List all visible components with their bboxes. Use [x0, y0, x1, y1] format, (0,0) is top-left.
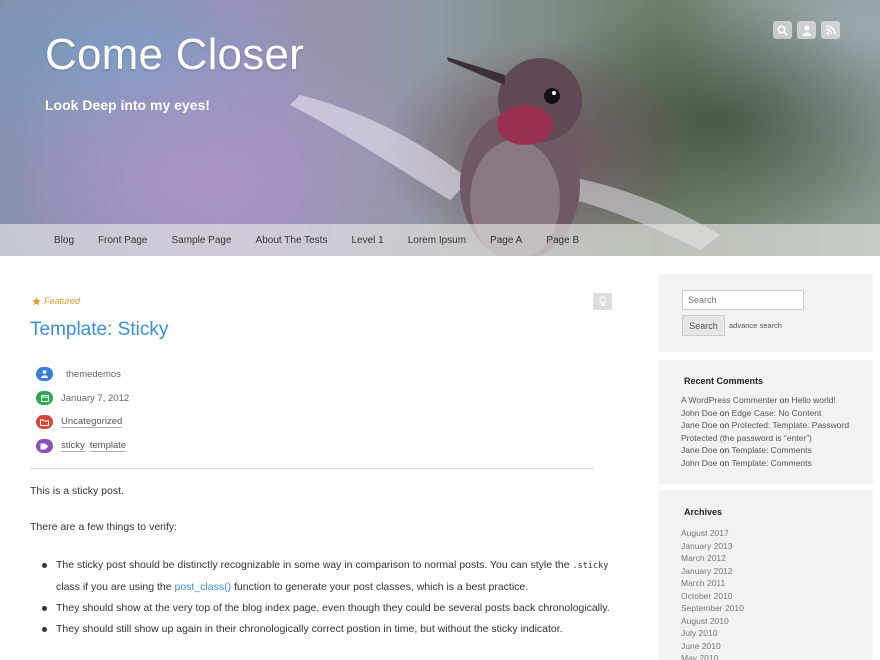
archive-link[interactable]: July 2010 [681, 627, 744, 640]
post-paragraph-1: This is a sticky post. [30, 485, 124, 497]
post-date-row: January 7, 2012 [36, 391, 596, 405]
widget-title: Archives [684, 507, 723, 517]
comment-author: Jane Doe [681, 445, 718, 456]
post-title[interactable]: Template: Sticky [30, 319, 168, 341]
list-item: Jane Doe on Template: Comments [681, 445, 812, 456]
featured-badge: Featured [32, 296, 80, 306]
list-item: John Doe on Edge Case: No Content [681, 407, 822, 418]
archive-link[interactable]: August 2010 [681, 615, 744, 628]
archive-link[interactable]: June 2010 [681, 640, 744, 653]
nav-item-level-1[interactable]: Level 1 [351, 235, 383, 246]
archive-link[interactable]: August 2017 [681, 527, 744, 540]
comment-author[interactable]: A WordPress Commenter [681, 395, 777, 405]
post-date[interactable]: January 7, 2012 [61, 393, 129, 404]
post-paragraph-2: There are a few things to verify: [30, 521, 178, 533]
archive-link[interactable]: January 2012 [681, 565, 744, 578]
site-title[interactable]: Come Closer [45, 30, 304, 80]
archives-widget: Archives August 2017 January 2013 March … [659, 490, 873, 660]
archive-link[interactable]: March 2012 [681, 552, 744, 565]
rss-icon[interactable] [821, 21, 840, 39]
calendar-icon [36, 391, 53, 405]
post-tags-row: sticky template [36, 439, 596, 453]
comment-post-link[interactable]: Template: Comments [731, 458, 811, 468]
archive-link[interactable]: October 2010 [681, 590, 744, 603]
main-navigation: Blog Front Page Sample Page About The Te… [0, 224, 880, 256]
site-header: Come Closer Look Deep into my eyes! Blog… [0, 0, 880, 256]
nav-item-page-a[interactable]: Page A [490, 235, 522, 246]
user-icon[interactable] [797, 21, 816, 39]
site-tagline: Look Deep into my eyes! [45, 97, 210, 113]
recent-comments-widget: Recent Comments A WordPress Commenter on… [659, 360, 873, 484]
list-item: A WordPress Commenter on Hello world! [681, 395, 836, 405]
advanced-search-link[interactable]: advance search [729, 321, 782, 330]
nav-item-lorem-ipsum[interactable]: Lorem Ipsum [408, 235, 466, 246]
star-icon [32, 296, 41, 305]
tag-link-sticky[interactable]: sticky [61, 440, 85, 452]
widget-title: Recent Comments [684, 376, 764, 386]
nav-item-about-the-tests[interactable]: About The Tests [256, 235, 328, 246]
comment-author: John Doe [681, 457, 718, 468]
comment-post-link[interactable]: Hello world! [791, 395, 835, 405]
search-icon[interactable] [773, 21, 792, 39]
nav-item-sample-page[interactable]: Sample Page [172, 235, 232, 246]
lightbulb-icon[interactable] [593, 293, 612, 310]
post-class-link[interactable]: post_class() [174, 581, 231, 593]
post-category[interactable]: Uncategorized [61, 416, 123, 428]
list-item: They should show at the very top of the … [30, 598, 615, 619]
list-item: John Doe on Template: Comments [681, 457, 812, 468]
archive-link[interactable]: January 2013 [681, 540, 744, 553]
sticky-class-code: .sticky [572, 561, 609, 571]
comment-author: John Doe [681, 407, 718, 418]
post-bullet-list: The sticky post should be distinctly rec… [30, 555, 615, 640]
archive-link[interactable]: September 2010 [681, 602, 744, 615]
comment-post-link[interactable]: Edge Case: No Content [732, 408, 822, 418]
author-icon [36, 367, 53, 381]
recent-comments-list: A WordPress Commenter on Hello world! Jo… [681, 394, 861, 470]
post-author-row: themedemos [36, 367, 596, 381]
search-button[interactable]: Search [682, 315, 725, 336]
tag-icon [36, 439, 53, 453]
folder-icon [36, 415, 53, 429]
nav-item-page-b[interactable]: Page B [546, 235, 579, 246]
archive-link[interactable]: March 2011 [681, 577, 744, 590]
archives-list: August 2017 January 2013 March 2012 Janu… [681, 527, 744, 660]
list-item: They should still show up again in their… [30, 619, 615, 640]
post-content: Featured Template: Sticky themedemos Jan… [30, 256, 615, 660]
tag-link-template[interactable]: template [89, 440, 127, 452]
list-item: Jane Doe on Protected: Template: Passwor… [681, 420, 850, 443]
list-item: The sticky post should be distinctly rec… [30, 555, 615, 598]
search-widget: Search advance search [659, 274, 873, 352]
post-category-row: Uncategorized [36, 415, 596, 429]
nav-item-blog[interactable]: Blog [54, 235, 74, 246]
meta-divider [30, 468, 594, 469]
header-icon-bar [773, 21, 840, 39]
comment-post-link[interactable]: Template: Comments [731, 445, 811, 455]
featured-label: Featured [44, 296, 81, 306]
search-input[interactable] [682, 290, 804, 310]
nav-item-front-page[interactable]: Front Page [98, 235, 147, 246]
archive-link[interactable]: May 2010 [681, 652, 744, 660]
post-author[interactable]: themedemos [66, 369, 121, 380]
comment-author: Jane Doe [681, 420, 718, 431]
